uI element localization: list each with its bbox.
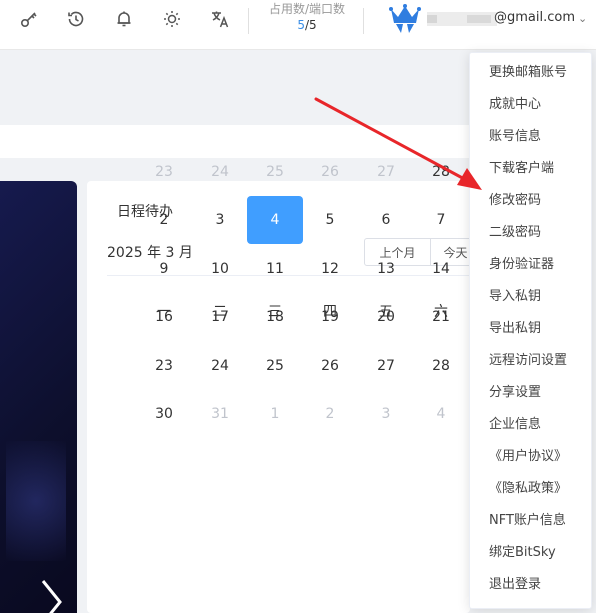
bell-icon[interactable]	[113, 8, 135, 30]
chevron-right-icon[interactable]	[36, 577, 66, 613]
chevron-down-icon[interactable]: ⌄	[578, 12, 587, 25]
menu-item[interactable]: 账号信息	[470, 121, 591, 153]
calendar-day[interactable]: 23	[136, 342, 192, 390]
email-masked-prefix	[427, 12, 497, 26]
calendar-day[interactable]: 24	[192, 148, 248, 196]
calendar-day-selected[interactable]: 4	[247, 196, 303, 244]
calendar-day[interactable]: 23	[136, 148, 192, 196]
calendar-day[interactable]: 26	[302, 342, 358, 390]
toolbar-divider	[248, 8, 249, 34]
key-icon[interactable]	[18, 8, 40, 30]
menu-item[interactable]: 远程访问设置	[470, 345, 591, 377]
banner-decoration	[6, 441, 66, 561]
calendar-day[interactable]: 2	[136, 196, 192, 244]
calendar-day[interactable]: 12	[302, 245, 358, 293]
calendar-day[interactable]: 14	[413, 245, 469, 293]
usage-total: 5	[309, 18, 317, 32]
banner-carousel[interactable]	[0, 181, 77, 613]
calendar-day[interactable]: 28	[413, 148, 469, 196]
calendar-day[interactable]: 28	[413, 342, 469, 390]
calendar-day[interactable]: 19	[302, 293, 358, 341]
calendar-day[interactable]: 13	[358, 245, 414, 293]
menu-item[interactable]: 身份验证器	[470, 249, 591, 281]
calendar-day[interactable]: 10	[192, 245, 248, 293]
sun-icon[interactable]	[161, 8, 183, 30]
calendar-day[interactable]: 27	[358, 342, 414, 390]
page-header-area	[0, 50, 470, 125]
menu-item[interactable]: 导出私钥	[470, 313, 591, 345]
menu-list: 更换邮箱账号 成就中心 账号信息 下载客户端 修改密码 二级密码 身份验证器 导入私钥 导出私钥…	[470, 53, 591, 601]
calendar-day[interactable]: 25	[247, 342, 303, 390]
schedule-calendar: 日程待办 2025 年 3 月 上个月 今天 一二三四五六 23 24 25 26 27 2…	[87, 164, 481, 613]
calendar-day[interactable]: 21	[413, 293, 469, 341]
menu-item[interactable]: 下载客户端	[470, 153, 591, 185]
menu-item[interactable]: 二级密码	[470, 217, 591, 249]
menu-item[interactable]: 企业信息	[470, 409, 591, 441]
menu-item[interactable]: 修改密码	[470, 185, 591, 217]
calendar-day[interactable]: 17	[192, 293, 248, 341]
history-icon[interactable]	[65, 8, 87, 30]
calendar-day[interactable]: 25	[247, 148, 303, 196]
calendar-day[interactable]: 26	[302, 148, 358, 196]
toolbar-divider	[363, 8, 364, 34]
calendar-day[interactable]: 30	[136, 390, 192, 438]
calendar-day[interactable]: 7	[413, 196, 469, 244]
calendar-day[interactable]: 3	[192, 196, 248, 244]
calendar-day[interactable]: 5	[302, 196, 358, 244]
calendar-day[interactable]: 31	[192, 390, 248, 438]
menu-item[interactable]: 更换邮箱账号	[470, 57, 591, 89]
menu-item[interactable]: NFT账户信息	[470, 505, 591, 537]
calendar-day[interactable]: 6	[358, 196, 414, 244]
calendar-day[interactable]: 27	[358, 148, 414, 196]
calendar-day[interactable]: 9	[136, 245, 192, 293]
account-dropdown-menu: 更换邮箱账号 成就中心 账号信息 下载客户端 修改密码 二级密码 身份验证器 导入私钥 导出私钥…	[469, 52, 592, 609]
usage-current: 5	[297, 18, 305, 32]
vip-crown-icon[interactable]	[388, 3, 422, 35]
calendar-day[interactable]: 20	[358, 293, 414, 341]
menu-item[interactable]: 《隐私政策》	[470, 473, 591, 505]
translate-icon[interactable]	[209, 8, 231, 30]
menu-item[interactable]: 成就中心	[470, 89, 591, 121]
menu-item[interactable]: 导入私钥	[470, 281, 591, 313]
calendar-day[interactable]: 3	[358, 390, 414, 438]
usage-counter: 占用数/端口数 5/5	[262, 0, 352, 33]
usage-value: 5/5	[262, 17, 352, 33]
calendar-day[interactable]: 16	[136, 293, 192, 341]
calendar-day[interactable]: 24	[192, 342, 248, 390]
menu-item[interactable]: 绑定BitSky	[470, 537, 591, 569]
calendar-day[interactable]: 11	[247, 245, 303, 293]
menu-item[interactable]: 退出登录	[470, 569, 591, 601]
calendar-day[interactable]: 4	[413, 390, 469, 438]
calendar-day[interactable]: 2	[302, 390, 358, 438]
menu-item[interactable]: 分享设置	[470, 377, 591, 409]
top-toolbar: 占用数/端口数 5/5 @gmail.com ⌄	[0, 0, 596, 50]
account-email[interactable]: @gmail.com	[494, 10, 575, 25]
usage-label: 占用数/端口数	[268, 2, 346, 16]
menu-item[interactable]: 《用户协议》	[470, 441, 591, 473]
calendar-day[interactable]: 1	[247, 390, 303, 438]
calendar-day[interactable]: 18	[247, 293, 303, 341]
